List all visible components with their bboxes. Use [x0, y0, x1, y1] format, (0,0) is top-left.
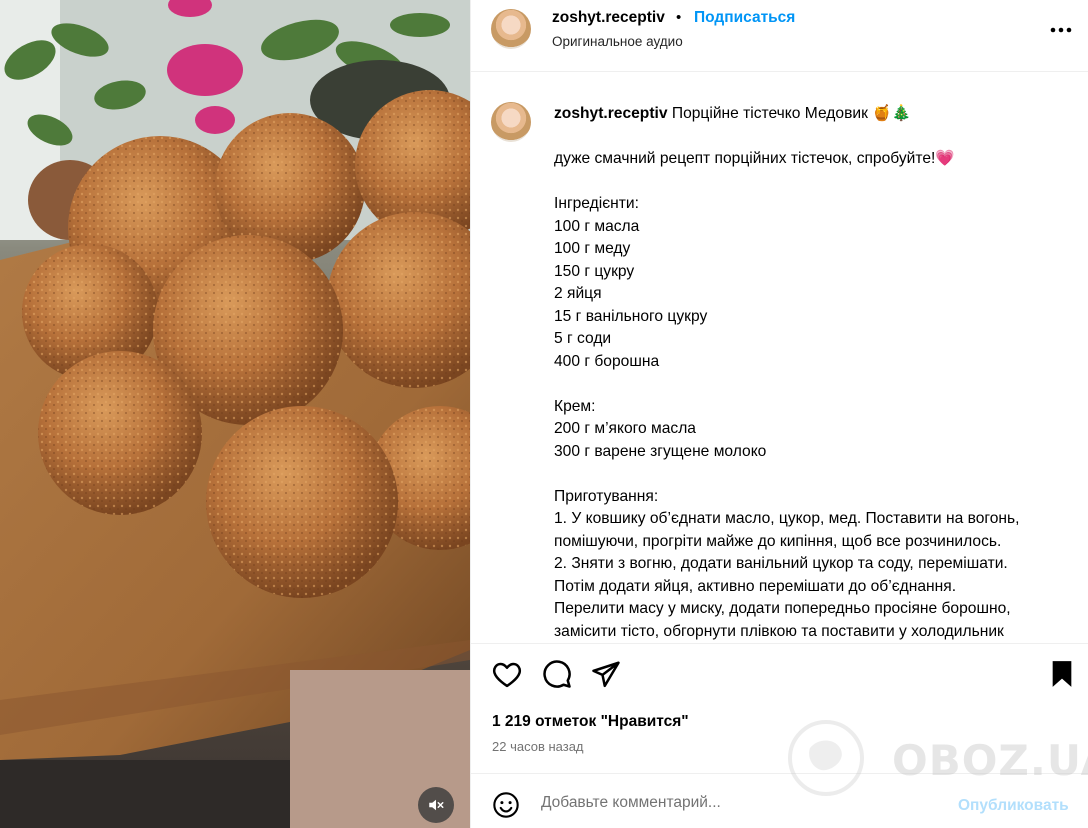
emoji-button[interactable] — [492, 791, 520, 819]
author-username[interactable]: zoshyt.receptiv — [552, 9, 665, 27]
caption-line: 150 г цукру — [554, 262, 635, 280]
emoji-icon — [492, 792, 520, 823]
follow-button[interactable]: Подписаться — [694, 9, 795, 27]
share-button[interactable] — [590, 660, 622, 692]
post-media[interactable] — [0, 0, 470, 828]
caption-line: замісити тісто, обгорнути плівкою та пос… — [554, 622, 1004, 640]
post-timestamp[interactable]: 22 часов назад — [492, 739, 584, 754]
add-comment-bar: Опубликовать — [471, 773, 1088, 828]
caption-line: 2 яйця — [554, 285, 602, 302]
heart-icon — [492, 660, 522, 693]
save-button[interactable] — [1046, 660, 1078, 692]
more-options-button[interactable] — [1047, 17, 1075, 41]
avatar[interactable] — [491, 9, 531, 49]
caption-title-line: zoshyt.receptiv Порційне тістечко Медови… — [554, 103, 1079, 126]
caption-line: 5 г соди — [554, 330, 612, 347]
caption-body: дуже смачний рецепт порційних тістечок, … — [554, 148, 1079, 643]
caption-line: 400 г борошна — [554, 352, 660, 370]
caption-line: 100 г масла — [554, 217, 640, 235]
original-audio-link[interactable]: Оригинальное аудио — [552, 34, 683, 49]
caption-line: Крем: — [554, 397, 596, 415]
post-caption: zoshyt.receptiv Порційне тістечко Медови… — [554, 103, 1079, 643]
comment-button[interactable] — [541, 659, 573, 694]
caption-line: 15 г ванільного цукру — [554, 307, 708, 325]
caption-line: Перелити масу у миску, додати попередньо… — [554, 600, 1011, 617]
caption-line: дуже смачний рецепт порційних тістечок, … — [554, 150, 955, 167]
separator-dot: • — [676, 9, 682, 26]
caption-line: Інгредієнти: — [554, 195, 639, 212]
comments-scroll-area[interactable]: zoshyt.receptiv Порційне тістечко Медови… — [471, 73, 1088, 643]
caption-line: Потім додати яйця, активно перемішати до… — [554, 577, 957, 595]
likes-count[interactable]: 1 219 отметок "Нравится" — [492, 713, 689, 731]
share-icon — [591, 659, 621, 694]
caption-line: 1. У ковшику об’єднати масло, цукор, мед… — [554, 510, 1020, 527]
caption-line: 100 г меду — [554, 240, 631, 257]
dessert-photo — [0, 0, 470, 828]
caption-username[interactable]: zoshyt.receptiv — [554, 105, 668, 122]
post-side-panel: zoshyt.receptiv • Подписаться Оригинальн… — [470, 0, 1088, 828]
post-actions: 1 219 отметок "Нравится" 22 часов назад — [471, 643, 1088, 773]
comment-icon — [542, 659, 572, 694]
post-header: zoshyt.receptiv • Подписаться Оригинальн… — [471, 0, 1088, 72]
like-button[interactable] — [491, 660, 523, 692]
volume-muted-icon — [427, 796, 445, 814]
caption-title: Порційне тістечко Медовик 🍯🎄 — [671, 105, 912, 122]
mute-button[interactable] — [418, 787, 454, 823]
caption-line: Приготування: — [554, 487, 659, 505]
caption-line: помішуючи, прогріти майже до кипіння, що… — [554, 532, 1002, 550]
more-horizontal-icon — [1050, 20, 1072, 38]
comment-input[interactable] — [541, 794, 941, 812]
caption-line: 300 г варене згущене молоко — [554, 442, 767, 460]
publish-button[interactable]: Опубликовать — [958, 797, 1069, 815]
caption-line: 2. Зняти з вогню, додати ванільний цукор… — [554, 555, 1008, 572]
caption-avatar[interactable] — [491, 102, 531, 142]
bookmark-icon — [1050, 660, 1074, 693]
caption-line: 200 г м’якого масла — [554, 420, 696, 437]
